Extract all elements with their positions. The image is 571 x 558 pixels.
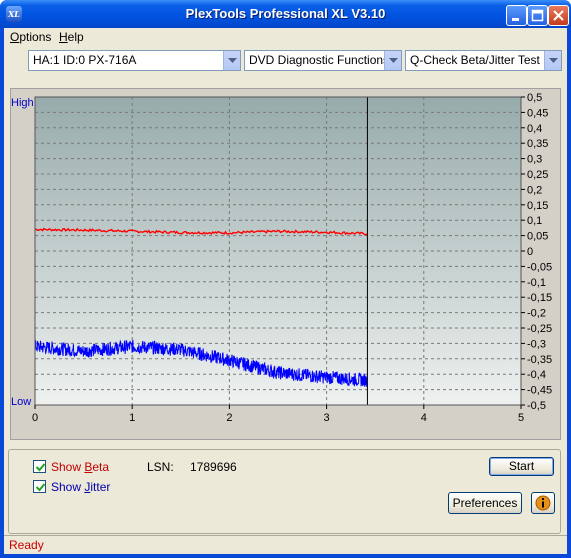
y-label-high: High [11,97,34,109]
show-jitter-suffix: itter [90,480,111,494]
test-select[interactable]: Q-Check Beta/Jitter Test [405,50,562,71]
start-button[interactable]: Start [489,457,554,476]
y-tick-label: -0,35 [527,354,552,366]
y-tick-label: 0,3 [527,154,542,166]
lsn-label: LSN: [147,460,174,474]
show-beta-suffix: eta [92,460,110,474]
y-axis-right: 0,5 0,45 0,4 0,35 0,3 0,25 0,2 0,15 0,1 0,05 0 -0,0… [521,92,552,412]
test-dropdown-button[interactable] [544,51,561,70]
menu-bar: Options Help [4,28,567,47]
y-tick-label: 0,15 [527,200,548,212]
menu-options-label: ptions [19,30,52,44]
chevron-down-icon [389,58,398,63]
y-tick-label: 0 [527,246,533,258]
x-tick-label: 5 [518,412,524,424]
show-jitter-checkbox[interactable] [33,480,46,493]
y-tick-label: 0,1 [527,215,542,227]
menu-help-label: elp [67,30,84,44]
y-tick-label: -0,05 [527,261,552,273]
y-tick-label: 0,2 [527,184,542,196]
info-button[interactable] [531,492,555,514]
y-tick-label: 0,35 [527,138,548,150]
y-tick-label: -0,45 [527,385,552,397]
show-beta-checkbox[interactable] [33,460,46,473]
client-area: Options Help HA:1 ID:0 PX-716A DVD Diagn… [4,28,567,554]
y-tick-label: -0,5 [527,400,546,412]
chevron-down-icon [228,58,237,63]
y-tick-label: 0,25 [527,169,548,181]
checkmark-icon [35,483,46,492]
function-dropdown-button[interactable] [384,51,401,70]
y-tick-label: 0,5 [527,92,542,104]
x-tick-label: 3 [324,412,330,424]
menu-options[interactable]: Options [10,30,51,44]
show-beta-prefix: Show [51,460,85,474]
preferences-button[interactable]: Preferences [448,492,522,514]
minimize-icon [512,18,519,21]
test-select-value: Q-Check Beta/Jitter Test [410,53,540,67]
y-tick-label: -0,15 [527,292,552,304]
close-icon [553,10,564,21]
menu-help-mnemonic: H [59,30,68,44]
x-tick-label: 0 [32,412,38,424]
application-window: XL PlexTools Professional XL V3.10 Optio… [0,0,571,558]
chart-panel: High Low 0 1 2 3 4 5 0,5 0,45 0,4 0,35 0,3 0,25 0,2… [10,88,561,440]
function-select[interactable]: DVD Diagnostic Functions [244,50,402,71]
y-tick-label: 0,4 [527,123,542,135]
x-tick-label: 1 [129,412,135,424]
drive-dropdown-button[interactable] [223,51,240,70]
y-tick-label: -0,3 [527,338,546,350]
show-jitter-label[interactable]: Show Jitter [51,480,110,494]
drive-select[interactable]: HA:1 ID:0 PX-716A [28,50,241,71]
x-tick-label: 2 [226,412,232,424]
y-tick-label: 0,45 [527,107,548,119]
x-axis: 0 1 2 3 4 5 [32,405,524,424]
beta-jitter-chart: High Low 0 1 2 3 4 5 0,5 0,45 0,4 0,35 0,3 0,25 0,2… [11,92,552,424]
chevron-down-icon [549,58,558,63]
y-tick-label: -0,4 [527,369,546,381]
show-beta-label[interactable]: Show Beta [51,460,109,474]
menu-help[interactable]: Help [59,30,84,44]
info-icon [535,495,551,511]
maximize-icon [531,9,544,22]
lsn-value: 1789696 [190,460,237,474]
y-tick-label: -0,2 [527,308,546,320]
checkmark-icon [35,463,46,472]
drive-select-value: HA:1 ID:0 PX-716A [33,53,137,67]
controls-group: Show Beta Show Jitter LSN: 1789696 Start… [8,449,561,534]
title-bar[interactable]: XL PlexTools Professional XL V3.10 [0,0,571,28]
y-label-low: Low [11,396,31,408]
y-tick-label: -0,1 [527,277,546,289]
maximize-button[interactable] [527,5,548,26]
x-tick-label: 4 [421,412,427,424]
y-tick-label: 0,05 [527,231,548,243]
function-select-value: DVD Diagnostic Functions [249,53,390,67]
close-button[interactable] [548,5,569,26]
status-bar: Ready [4,535,567,554]
minimize-button[interactable] [506,5,527,26]
window-title: PlexTools Professional XL V3.10 [185,6,386,21]
show-jitter-prefix: Show [51,480,85,494]
menu-options-mnemonic: O [10,30,20,44]
status-text: Ready [9,538,44,552]
y-tick-label: -0,25 [527,323,552,335]
